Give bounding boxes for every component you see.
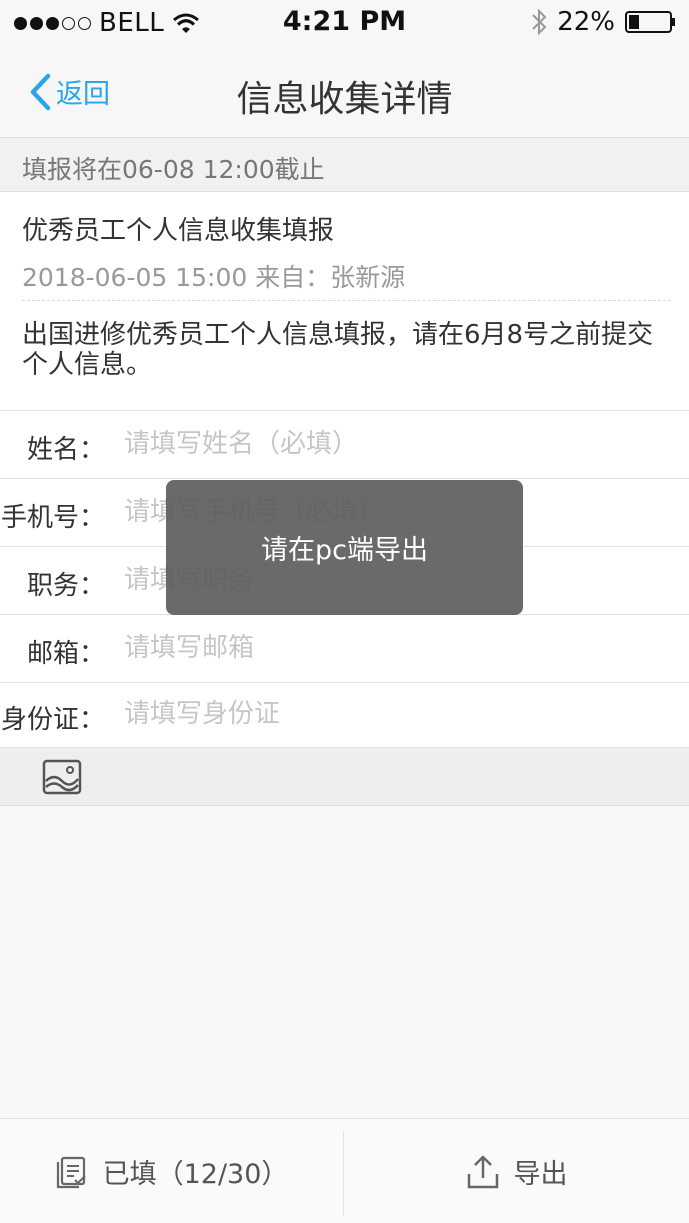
info-meta: 2018-06-05 15:00 来自：张新源 [22,263,406,292]
filled-label: 已填（12/30） [102,1159,289,1190]
name-input[interactable] [124,421,664,467]
name-label: 姓名： [26,435,105,465]
image-icon[interactable] [42,759,82,795]
deadline-text: 填报将在06-08 12:00截止 [22,155,325,184]
form-row-name: 姓名： [0,411,689,479]
toast: 请在pc端导出 [166,480,523,615]
export-icon [467,1155,498,1188]
info-description: 出国进修优秀员工个人信息填报，请在6月8号之前提交个人信息。 [22,320,654,380]
page-title: 信息收集详情 [236,79,453,120]
info-card: 优秀员工个人信息收集填报 2018-06-05 15:00 来自：张新源 出国进… [0,192,689,411]
email-input[interactable] [124,625,664,671]
email-label: 邮箱： [26,639,105,669]
id-card-input[interactable] [124,691,664,737]
id-card-label: 身份证： [0,705,105,735]
status-right: 22% [531,7,677,37]
form-row-email: 邮箱： [0,615,689,683]
battery-icon [625,11,675,33]
form-row-id-card: 身份证： [0,683,689,748]
export-button[interactable]: 导出 [344,1119,689,1223]
dashed-divider [22,300,671,301]
deadline-bar: 填报将在06-08 12:00截止 [0,138,689,192]
nav-bar: 返回 信息收集详情 [0,46,689,138]
bluetooth-icon [532,8,547,36]
attachment-bar [0,748,689,806]
toast-text: 请在pc端导出 [261,535,428,566]
filled-list-icon [56,1156,86,1188]
battery-percent: 22% [557,7,615,37]
filled-button[interactable]: 已填（12/30） [0,1119,343,1223]
export-label: 导出 [513,1159,568,1190]
phone-label: 手机号： [0,503,105,533]
info-title: 优秀员工个人信息收集填报 [22,216,335,246]
content-area [0,806,689,1118]
status-bar: BELL 4:21 PM 22% [0,0,689,46]
bottom-toolbar: 已填（12/30） 导出 [0,1118,689,1223]
position-label: 职务： [26,571,105,601]
